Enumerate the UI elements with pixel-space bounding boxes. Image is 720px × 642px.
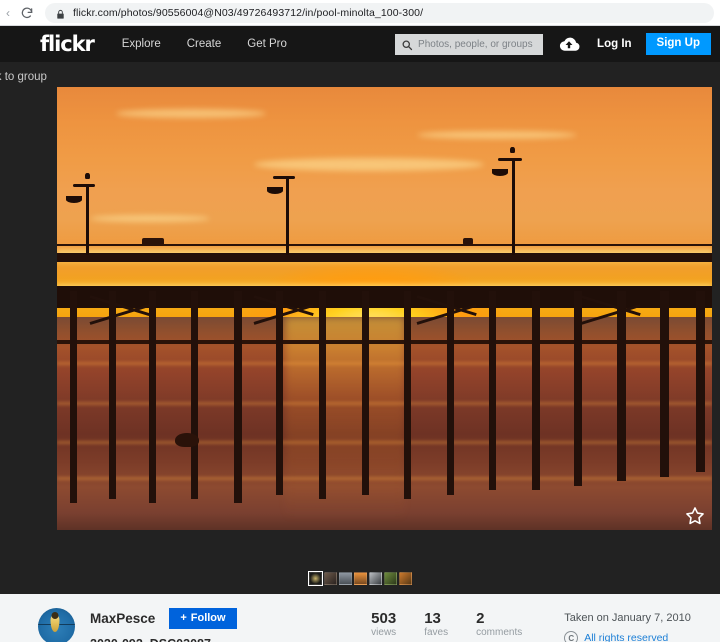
views-label: views: [371, 627, 397, 639]
address-bar[interactable]: flickr.com/photos/90556004@N03/497264937…: [45, 2, 714, 23]
lamp-post: [512, 157, 516, 256]
thumbnail-strip: [0, 562, 720, 594]
thumbnail-6[interactable]: [383, 571, 397, 585]
lamp-head: [66, 195, 83, 203]
browser-chrome: ‹ flickr.com/photos/90556004@N03/4972649…: [0, 0, 720, 26]
thumbnail-4[interactable]: [353, 571, 367, 585]
plus-icon: +: [180, 612, 187, 624]
back-to-group-link[interactable]: ck to group: [0, 71, 47, 83]
stat-views: 503 views: [371, 610, 396, 642]
pier-piling: [276, 290, 284, 495]
star-icon[interactable]: [684, 505, 706, 527]
lamp-arm: [498, 157, 523, 161]
photo-image: [57, 87, 712, 530]
lamp-post: [286, 175, 290, 256]
stat-faves[interactable]: 13 faves: [424, 610, 448, 642]
pier-piling: [361, 290, 369, 495]
thumbnail-3[interactable]: [338, 571, 352, 585]
thumbnail-1[interactable]: [307, 570, 323, 586]
pier-piling: [70, 290, 78, 504]
follow-button[interactable]: + Follow: [169, 608, 237, 629]
pier-piling: [233, 290, 242, 504]
copyright-icon: C: [564, 631, 579, 642]
owner-username[interactable]: MaxPesce: [90, 611, 155, 626]
rights-row: C All rights reserved: [564, 631, 691, 642]
pier-piling: [659, 290, 669, 477]
lamp-head: [491, 168, 508, 176]
thumbnail-2[interactable]: [323, 571, 337, 585]
search-icon: [401, 38, 413, 51]
pier-piling: [109, 290, 117, 499]
cloud: [253, 157, 484, 171]
back-arrow-icon[interactable]: ‹: [1, 7, 15, 19]
pier-piling: [404, 290, 412, 499]
upload-cloud-icon[interactable]: [557, 35, 581, 53]
deck-structure: [142, 237, 165, 246]
photo-title: 2020-092_DSC03087: [90, 637, 309, 642]
lamp-post: [86, 184, 90, 256]
reload-icon[interactable]: [17, 3, 37, 23]
comments-label: comments: [476, 627, 523, 639]
bird: [510, 146, 516, 153]
comments-count: 2: [476, 610, 485, 627]
owner-meta: MaxPesce + Follow 2020-092_DSC03087 Pict…: [79, 608, 309, 642]
photo-frame[interactable]: [57, 87, 712, 530]
pier-piling: [489, 290, 497, 491]
thumbnail-7[interactable]: [398, 571, 412, 585]
avatar-column: PRO: [33, 608, 79, 642]
login-link[interactable]: Log In: [597, 38, 632, 50]
stat-comments[interactable]: 2 comments: [476, 610, 522, 642]
rights-link[interactable]: All rights reserved: [584, 632, 668, 642]
taken-date: Taken on January 7, 2010: [564, 612, 691, 624]
search-input[interactable]: Photos, people, or groups: [395, 33, 544, 55]
views-count: 503: [371, 610, 397, 627]
pier-piling: [191, 290, 199, 499]
faves-count: 13: [424, 610, 441, 627]
nav-link-create[interactable]: Create: [187, 38, 222, 50]
pier-piling: [446, 290, 454, 495]
thumbnail-5[interactable]: [368, 571, 382, 585]
photo-stats: 503 views 13 faves 2 comments: [309, 608, 522, 642]
photo-stage: ck to group: [0, 62, 720, 562]
bird: [84, 173, 90, 180]
sun-reflection: [285, 317, 406, 522]
pier-piling: [319, 290, 326, 499]
pier-piling: [695, 290, 705, 473]
signup-button[interactable]: Sign Up: [645, 33, 711, 55]
avatar[interactable]: [37, 608, 75, 642]
pier-piling: [531, 290, 540, 491]
owner-name-row: MaxPesce + Follow: [90, 608, 309, 629]
nav-link-get-pro[interactable]: Get Pro: [247, 38, 287, 50]
faves-label: faves: [424, 627, 449, 639]
photo-info-panel: PRO MaxPesce + Follow 2020-092_DSC03087 …: [0, 594, 720, 642]
pier-deck: [57, 253, 712, 263]
pier-piling: [617, 290, 627, 482]
pier-piling: [574, 290, 583, 486]
water-rock: [174, 432, 199, 447]
taken-section: Taken on January 7, 2010 C All rights re…: [522, 608, 691, 642]
search-placeholder: Photos, people, or groups: [418, 38, 533, 50]
deck-structure: [463, 237, 474, 245]
lamp-head: [266, 186, 283, 194]
lock-icon: [55, 7, 66, 19]
owner-section: PRO MaxPesce + Follow 2020-092_DSC03087 …: [0, 608, 309, 642]
nav-link-explore[interactable]: Explore: [122, 38, 161, 50]
avatar-bird-head: [51, 611, 59, 619]
flickr-navbar: flickr Explore Create Get Pro Photos, pe…: [0, 26, 720, 62]
lamp-arm: [72, 184, 95, 188]
lamp-arm: [273, 175, 296, 179]
pier-piling: [148, 290, 156, 504]
flickr-logo[interactable]: flickr: [40, 33, 95, 55]
url-text: flickr.com/photos/90556004@N03/497264937…: [73, 6, 424, 19]
follow-label: Follow: [190, 612, 226, 624]
